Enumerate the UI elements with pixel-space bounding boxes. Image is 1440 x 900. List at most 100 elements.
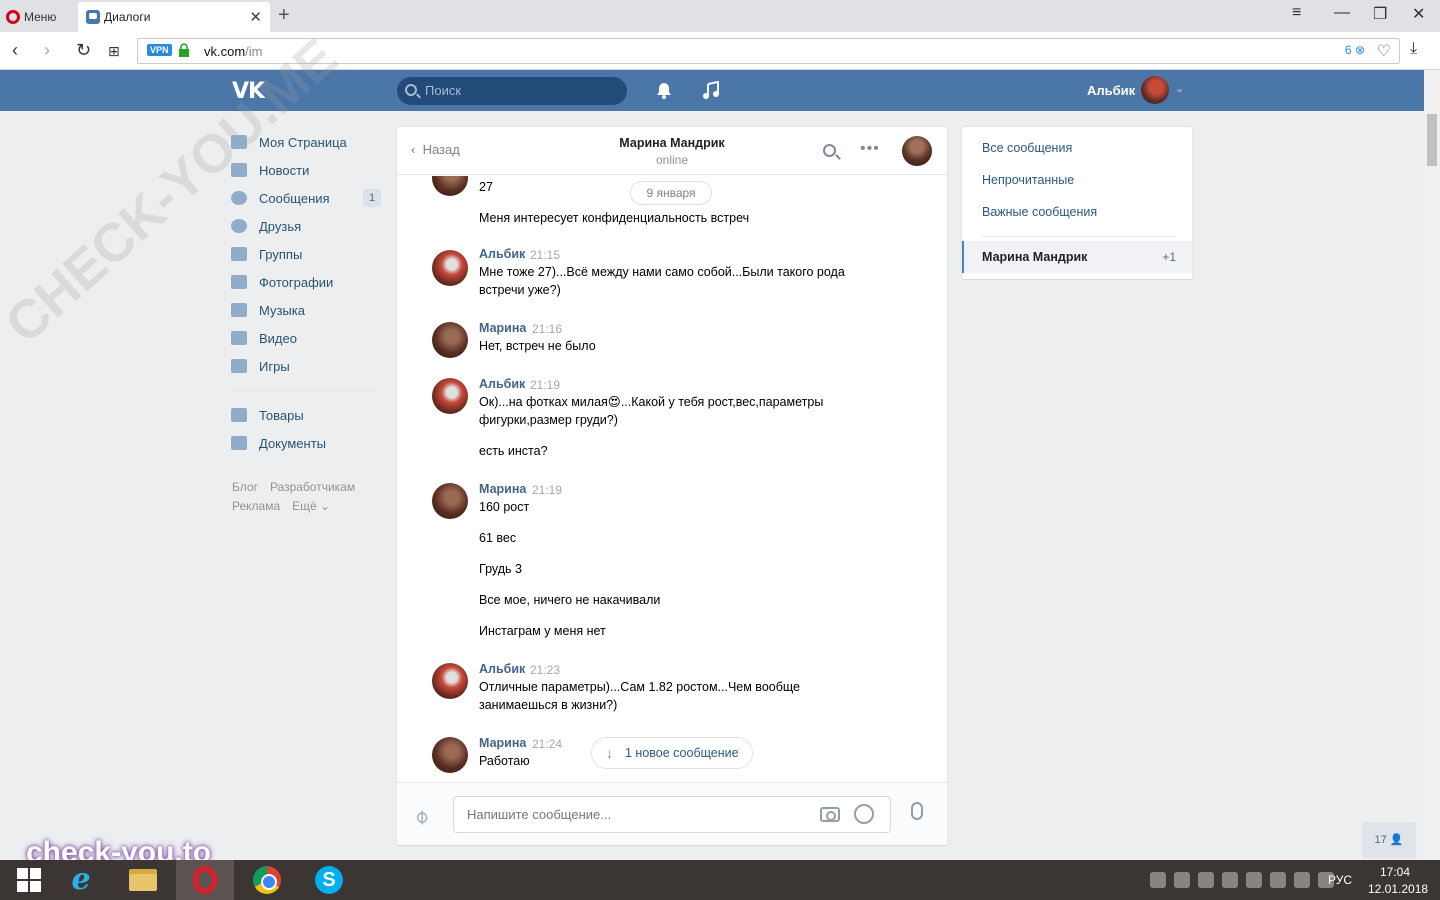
header-user-name[interactable]: Альбик [1087,83,1135,98]
forward-arrow-icon[interactable]: › [44,40,50,61]
taskbar-opera[interactable] [176,860,234,900]
message-author[interactable]: Марина [479,321,526,335]
sidebar-item-my-page[interactable]: Моя Страница [231,128,391,156]
reload-icon[interactable]: ↻ [76,40,91,61]
search-icon [405,84,417,96]
opera-menu-button[interactable]: Меню [6,8,56,26]
new-message-button[interactable]: 1 новое сообщение [591,737,753,769]
selected-dialog[interactable]: Марина Мандрик +1 [962,241,1192,273]
avatar[interactable] [432,250,468,286]
tab-menu-icon[interactable]: ≡ [1292,4,1301,22]
message-author[interactable]: Альбик [479,247,525,261]
filter-important[interactable]: Важные сообщения [982,205,1097,219]
chevron-down-icon[interactable]: ⌄ [1175,82,1184,95]
close-window-icon[interactable]: ✕ [1412,4,1425,24]
system-tray[interactable] [1150,872,1334,888]
avatar[interactable] [1141,76,1169,104]
music-icon[interactable] [702,81,720,100]
taskbar-chrome[interactable] [238,860,296,900]
footer-link-ads[interactable]: Реклама [232,499,280,513]
news-icon [231,163,247,177]
start-button[interactable] [0,860,58,900]
adblock-counter[interactable]: 6 ⊗ [1345,43,1365,57]
avatar[interactable] [432,378,468,414]
vk-header: VK Поиск Альбик ⌄ [0,70,1424,111]
sidebar-item-news[interactable]: Новости [231,156,391,184]
sidebar-item-video[interactable]: Видео [231,324,391,352]
search-icon[interactable] [823,144,836,157]
scrollbar-thumb[interactable] [1427,114,1437,166]
footer-link-blog[interactable]: Блог [232,480,258,494]
more-icon[interactable]: ••• [860,140,880,158]
chat-panel: ‹ Назад Марина Мандрик online ••• 27 Мен… [397,127,947,845]
vk-favicon-icon [86,10,100,24]
new-tab-icon[interactable]: + [278,4,290,27]
vpn-badge[interactable]: VPN [147,44,172,56]
tab-title: Диалоги [104,10,151,24]
avatar[interactable] [432,737,468,773]
sidebar-item-games[interactable]: Игры [231,352,391,380]
tray-icon [1246,872,1262,888]
message-list[interactable]: 27 Меня интересует конфиденциальность вс… [397,176,947,782]
avatar[interactable] [432,483,468,519]
message-text: Меня интересует конфиденциальность встре… [479,211,750,225]
page-scrollbar[interactable] [1424,70,1440,860]
taskbar-ie[interactable]: e [52,860,110,900]
emoji-icon[interactable] [854,804,874,824]
message-author[interactable]: Альбик [479,662,525,676]
peer-avatar[interactable] [902,136,932,166]
sidebar-item-goods[interactable]: Товары [231,401,391,429]
speed-dial-icon[interactable]: ⊞ [108,43,120,60]
footer-link-more[interactable]: Ещё ⌄ [292,499,330,513]
clock-time[interactable]: 17:04 [1380,865,1410,879]
tab-dialogs[interactable]: Диалоги ✕ [78,2,270,32]
bell-icon[interactable] [656,82,672,99]
sidebar-item-groups[interactable]: Группы [231,240,391,268]
language-indicator[interactable]: РУС [1328,873,1352,887]
message-text: Инстаграм у меня нет [479,624,606,638]
avatar[interactable] [432,176,468,196]
online-friends-button[interactable]: 17 👤 [1362,822,1416,858]
tray-icon [1150,872,1166,888]
filter-unread[interactable]: Непрочитанные [982,173,1074,187]
clock-date[interactable]: 12.01.2018 [1368,882,1428,896]
chat-header: ‹ Назад Марина Мандрик online ••• [397,127,947,175]
camera-icon[interactable] [820,807,840,822]
windows-taskbar: e S РУС 17:04 12.01.2018 [0,860,1440,900]
opera-icon [193,866,217,894]
tray-icon [1174,872,1190,888]
paperclip-icon[interactable]: ⌀ [408,803,434,829]
taskbar-skype[interactable]: S [300,860,358,900]
bookmark-heart-icon[interactable]: ♡ [1377,41,1391,61]
avatar[interactable] [432,322,468,358]
footer-link-developers[interactable]: Разработчикам [270,480,355,494]
sidebar-item-friends[interactable]: Друзья [231,212,391,240]
sidebar-item-documents[interactable]: Документы [231,429,391,457]
message-author[interactable]: Марина [479,482,526,496]
filter-all-messages[interactable]: Все сообщения [982,141,1072,155]
restore-icon[interactable]: ❐ [1373,4,1387,24]
minimize-icon[interactable]: — [1334,4,1350,22]
sidebar-item-music[interactable]: Музыка [231,296,391,324]
avatar[interactable] [432,663,468,699]
vk-logo[interactable]: VK [232,79,265,104]
message-time: 21:24 [532,737,563,751]
sidebar-item-messages[interactable]: Сообщения 1 [231,184,391,212]
divider [982,236,1176,237]
back-arrow-icon[interactable]: ‹ [12,40,18,61]
music-icon [231,303,247,317]
message-author[interactable]: Альбик [479,377,525,391]
download-icon[interactable]: ⤓ [1410,40,1417,58]
message-time: 21:15 [530,248,561,262]
document-icon [231,436,247,450]
message-time: 21:23 [530,663,561,677]
message-text: есть инста? [479,444,548,458]
taskbar-explorer[interactable] [114,860,172,900]
address-bar-row: ‹ › ↻ ⊞ VPN vk.com/im 6 ⊗ ♡ ⤓ [0,32,1440,70]
sidebar-item-photos[interactable]: Фотографии [231,268,391,296]
search-input[interactable]: Поиск [397,77,627,105]
message-author[interactable]: Марина [479,736,526,750]
close-tab-icon[interactable]: ✕ [249,8,262,26]
microphone-icon[interactable] [911,802,923,820]
url-field[interactable]: VPN vk.com/im 6 ⊗ ♡ [137,38,1400,64]
